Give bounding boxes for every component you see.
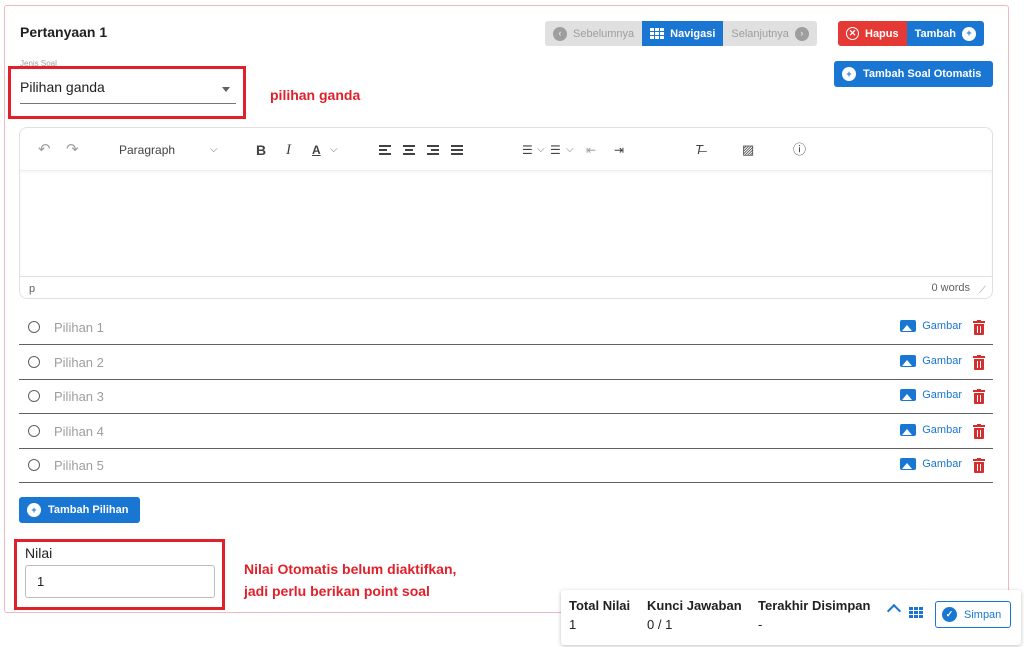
trash-icon[interactable] xyxy=(973,389,985,404)
image-icon xyxy=(900,320,917,332)
align-left-icon[interactable] xyxy=(379,140,391,160)
option-label[interactable]: Pilihan 2 xyxy=(54,355,104,370)
image-icon xyxy=(900,389,917,401)
check-circle-icon: ✓ xyxy=(942,607,957,622)
align-center-icon[interactable] xyxy=(403,140,415,160)
grid-icon[interactable] xyxy=(909,607,923,618)
image-icon xyxy=(900,458,917,470)
answer-option: Pilihan 2 Gambar xyxy=(19,345,993,380)
total-score-label: Total Nilai xyxy=(569,598,631,613)
bold-icon[interactable]: B xyxy=(256,140,266,160)
score-label: Nilai xyxy=(25,545,53,561)
summary-footer: Total Nilai 1 Kunci Jawaban 0 / 1 Terakh… xyxy=(561,590,1021,645)
option-radio[interactable] xyxy=(28,356,40,368)
answer-option: Pilihan 4 Gambar xyxy=(19,414,993,449)
grid-icon xyxy=(650,28,665,39)
annotation-box-type xyxy=(8,66,246,119)
annotation-type-note: pilihan ganda xyxy=(270,87,361,103)
align-right-icon[interactable] xyxy=(427,140,439,160)
total-score-column: Total Nilai 1 xyxy=(569,598,630,632)
clear-format-icon[interactable]: T̶ xyxy=(695,140,703,160)
image-icon[interactable]: ▨ xyxy=(742,140,754,160)
add-image-button[interactable]: Gambar xyxy=(900,320,962,332)
chevron-down-icon: ⌵ xyxy=(210,144,218,155)
block-format-select[interactable]: Paragraph xyxy=(119,140,175,160)
answer-option: Pilihan 5 Gambar xyxy=(19,448,993,483)
action-group: ✕ Hapus Tambah + xyxy=(838,21,984,46)
trash-icon[interactable] xyxy=(973,458,985,473)
plus-circle-icon: + xyxy=(961,26,976,41)
answer-key-value: 0 / 1 xyxy=(647,617,673,632)
annotation-score-line1: Nilai Otomatis belum diaktifkan, xyxy=(244,561,457,577)
add-image-button[interactable]: Gambar xyxy=(900,458,962,470)
indent-icon[interactable]: ⇥ xyxy=(614,140,624,160)
chevron-down-icon: ⌵ xyxy=(537,144,545,155)
add-image-button[interactable]: Gambar xyxy=(900,424,962,436)
close-circle-icon: ✕ xyxy=(846,27,859,40)
plus-circle-icon: + xyxy=(27,503,41,517)
trash-icon[interactable] xyxy=(973,355,985,370)
editor-content-area[interactable] xyxy=(20,170,992,276)
save-button[interactable]: ✓ Simpan xyxy=(935,601,1011,628)
auto-add-question-button[interactable]: + Tambah Soal Otomatis xyxy=(834,61,993,87)
element-path: p xyxy=(29,283,36,295)
question-title: Pertanyaan 1 xyxy=(20,24,108,40)
add-question-button[interactable]: Tambah + xyxy=(906,21,984,46)
option-radio[interactable] xyxy=(28,459,40,471)
delete-question-button[interactable]: ✕ Hapus xyxy=(838,21,907,46)
next-button[interactable]: Selanjutnya › xyxy=(723,21,817,46)
answer-option: Pilihan 3 Gambar xyxy=(19,379,993,414)
editor-toolbar: ↶ ↷ Paragraph ⌵ B I A ⌵ ☰ ⌵ ☰ ⌵ ⇤ ⇥ T̶ ▨… xyxy=(20,128,992,170)
chevron-up-icon[interactable] xyxy=(886,603,902,619)
italic-icon[interactable]: I xyxy=(286,140,291,160)
add-option-button[interactable]: + Tambah Pilihan xyxy=(19,497,140,523)
word-count: 0 words xyxy=(931,282,970,294)
option-label[interactable]: Pilihan 1 xyxy=(54,320,104,335)
justify-icon[interactable] xyxy=(451,140,463,160)
bullet-list-icon[interactable]: ☰ xyxy=(522,140,533,160)
image-icon xyxy=(900,355,917,367)
answer-option: Pilihan 1 Gambar xyxy=(19,310,993,345)
option-radio[interactable] xyxy=(28,425,40,437)
option-radio[interactable] xyxy=(28,321,40,333)
add-image-button[interactable]: Gambar xyxy=(900,389,962,401)
trash-icon[interactable] xyxy=(973,320,985,335)
undo-icon[interactable]: ↶ xyxy=(38,140,51,160)
chevron-right-icon: › xyxy=(794,26,809,41)
outdent-icon[interactable]: ⇤ xyxy=(586,140,596,160)
navigation-button[interactable]: Navigasi xyxy=(642,21,724,46)
plus-circle-icon: + xyxy=(842,67,856,81)
help-icon[interactable]: ⓘ xyxy=(793,140,806,160)
image-icon xyxy=(900,424,917,436)
option-label[interactable]: Pilihan 3 xyxy=(54,389,104,404)
editor-status-bar: p 0 words ⟋ xyxy=(20,276,992,298)
text-color-icon[interactable]: A xyxy=(312,140,321,160)
rich-text-editor: ↶ ↷ Paragraph ⌵ B I A ⌵ ☰ ⌵ ☰ ⌵ ⇤ ⇥ T̶ ▨… xyxy=(19,127,993,299)
last-saved-column: Terakhir Disimpan - xyxy=(758,598,870,632)
answer-key-label: Kunci Jawaban xyxy=(647,598,742,613)
numbered-list-icon[interactable]: ☰ xyxy=(550,140,561,160)
score-input[interactable]: 1 xyxy=(25,565,215,598)
last-saved-label: Terakhir Disimpan xyxy=(758,598,871,613)
chevron-down-icon: ⌵ xyxy=(330,144,338,155)
option-radio[interactable] xyxy=(28,390,40,402)
resize-handle-icon[interactable]: ⟋ xyxy=(979,285,986,296)
chevron-left-icon: ‹ xyxy=(553,26,567,41)
total-score-value: 1 xyxy=(569,617,577,632)
annotation-score-note: Nilai Otomatis belum diaktifkan, jadi pe… xyxy=(244,558,456,602)
option-label[interactable]: Pilihan 5 xyxy=(54,458,104,473)
redo-icon[interactable]: ↷ xyxy=(66,140,79,160)
annotation-score-line2: jadi perlu berikan point soal xyxy=(244,583,430,599)
navigation-group: ‹ Sebelumnya Navigasi Selanjutnya › xyxy=(545,21,817,46)
chevron-down-icon: ⌵ xyxy=(566,144,574,155)
trash-icon[interactable] xyxy=(973,424,985,439)
add-image-button[interactable]: Gambar xyxy=(900,355,962,367)
option-label[interactable]: Pilihan 4 xyxy=(54,424,104,439)
last-saved-value: - xyxy=(758,617,763,632)
answer-key-column: Kunci Jawaban 0 / 1 xyxy=(647,598,742,632)
previous-button[interactable]: ‹ Sebelumnya xyxy=(545,21,643,46)
